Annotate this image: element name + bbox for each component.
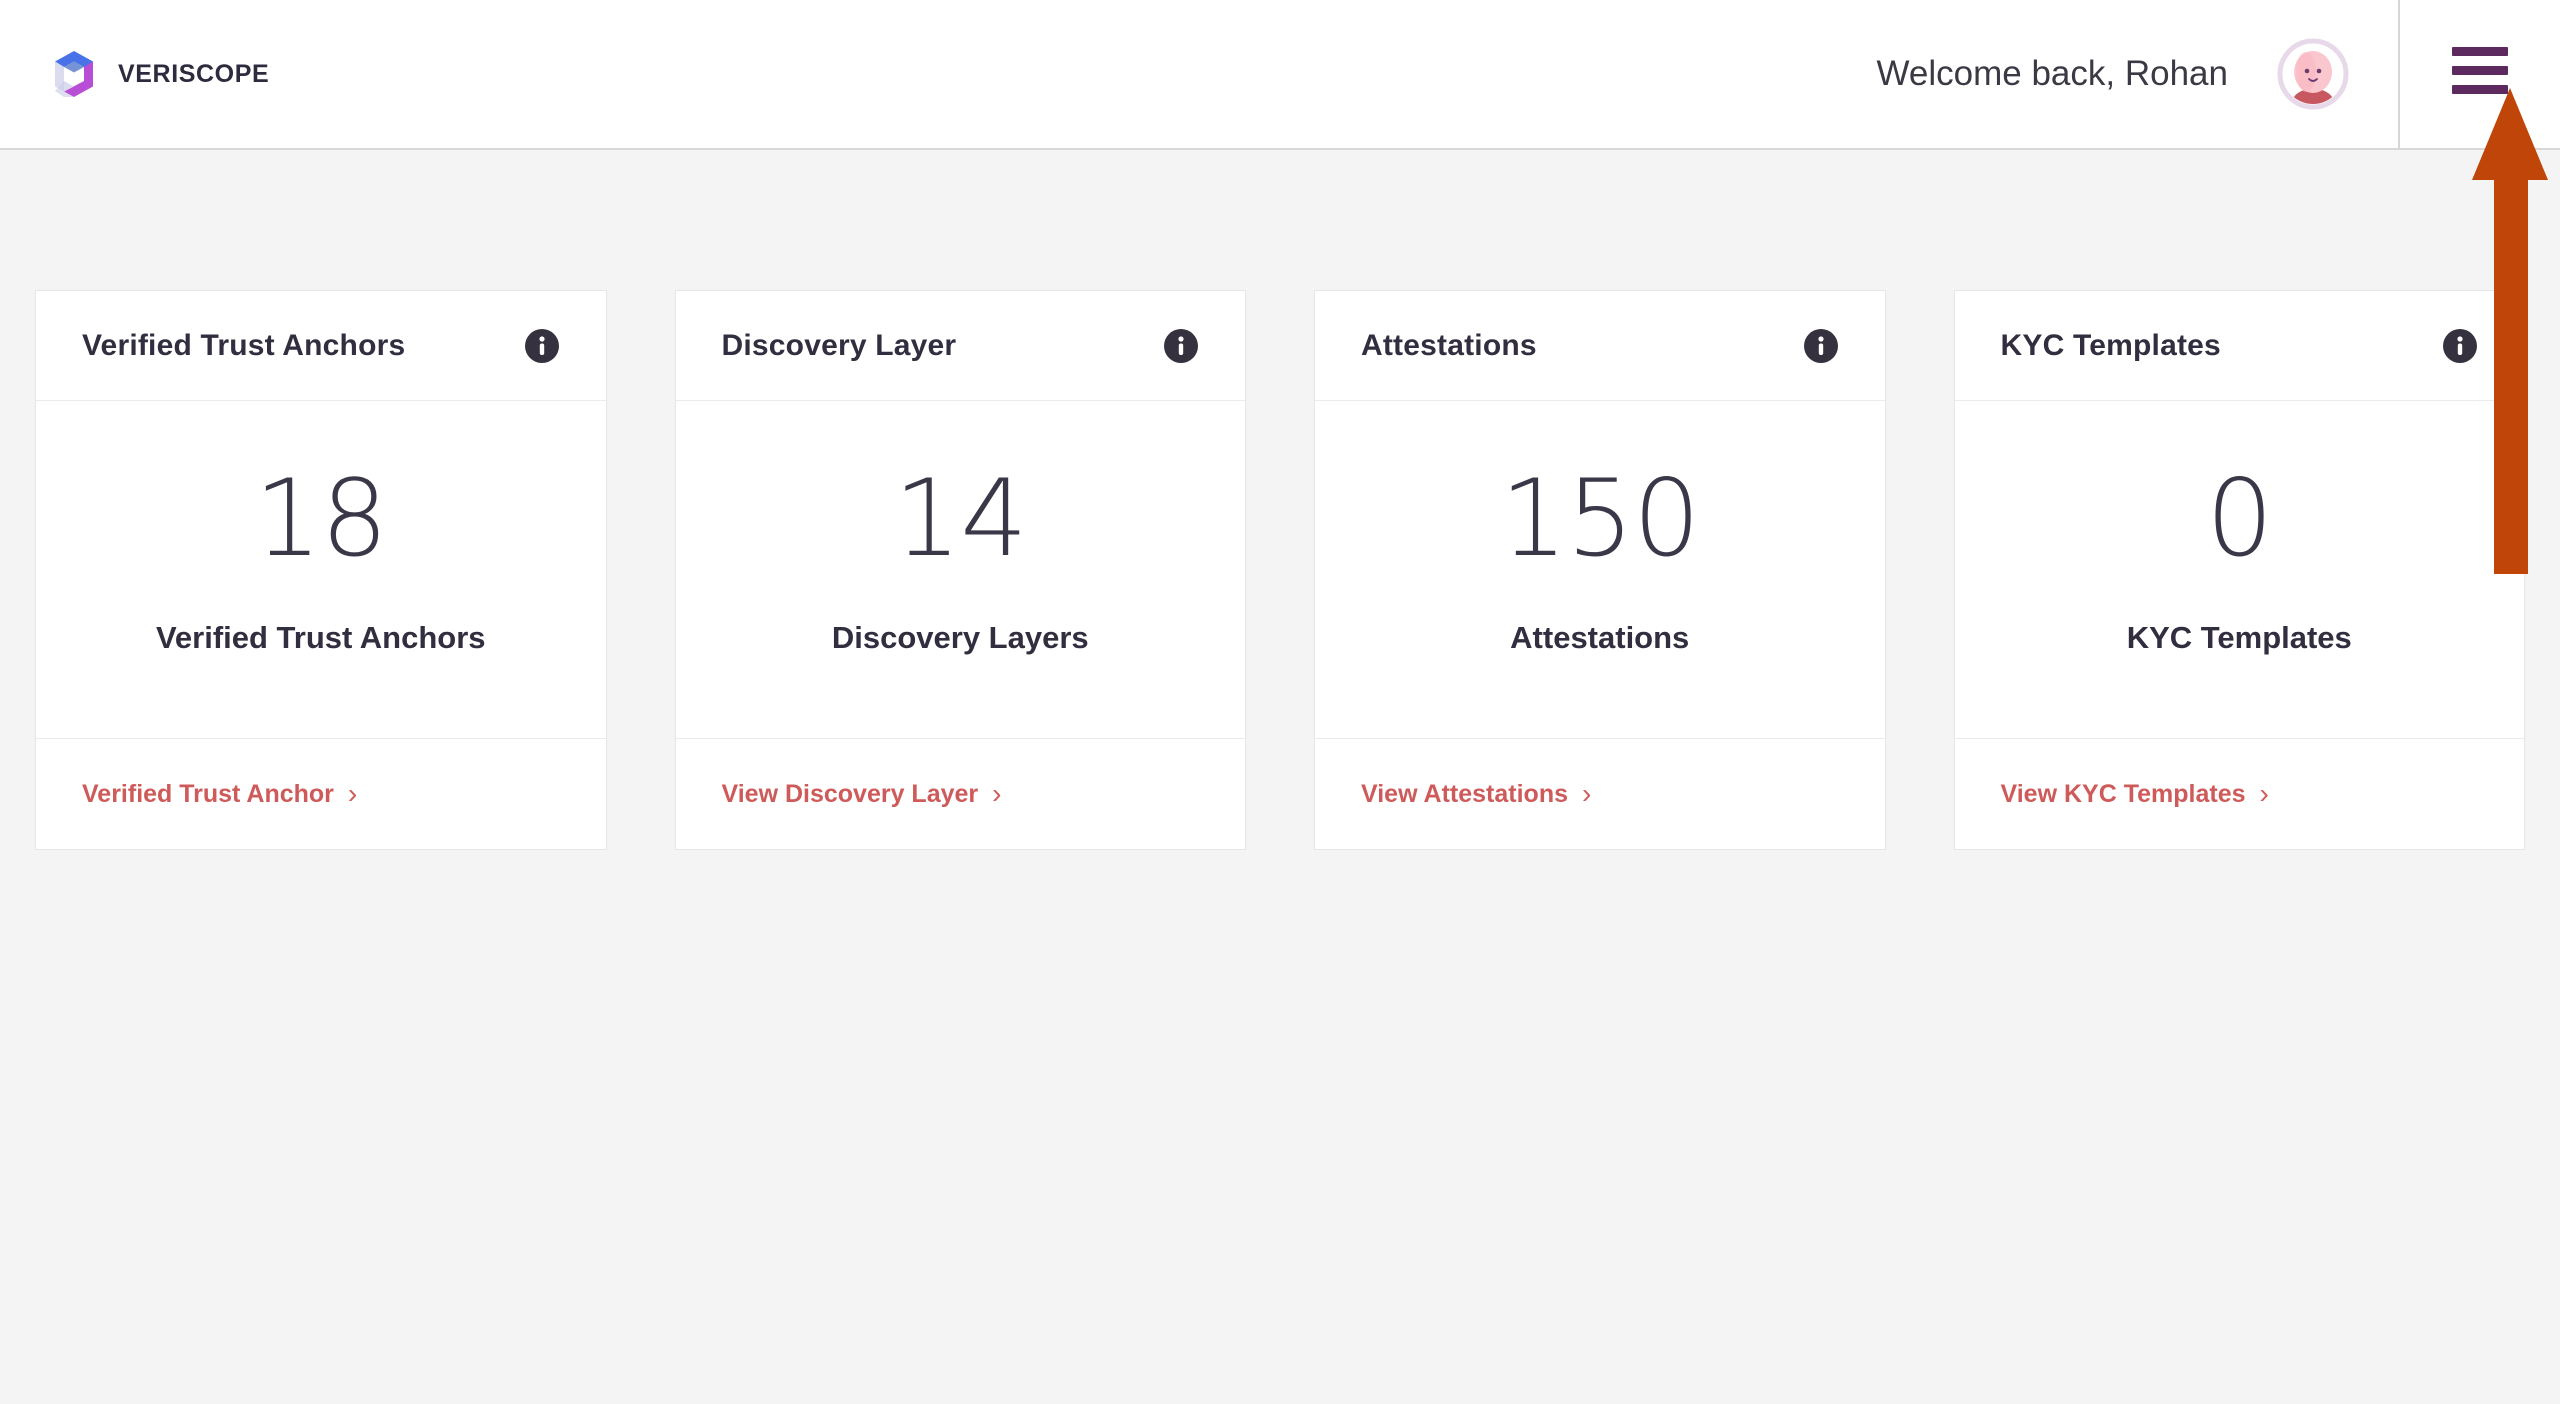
hamburger-menu-icon: [2452, 46, 2508, 94]
chevron-right-icon: ›: [1582, 778, 1592, 809]
card-header: Attestations: [1315, 291, 1885, 401]
main-content: Verified Trust Anchors 18 Verified Trust…: [0, 150, 2560, 1402]
info-icon[interactable]: [1163, 328, 1199, 364]
hamburger-line-1: [2452, 46, 2508, 56]
card-footer: View Discovery Layer ›: [676, 739, 1246, 849]
chevron-right-icon: ›: [347, 778, 358, 809]
info-icon[interactable]: [1803, 328, 1839, 364]
card-label: Verified Trust Anchors: [155, 619, 486, 655]
card-link-label: View Attestations: [1361, 779, 1568, 808]
hamburger-line-2: [2452, 65, 2508, 75]
card-title: Attestations: [1361, 328, 1537, 362]
card-footer: View Attestations ›: [1315, 739, 1885, 849]
info-icon[interactable]: [2442, 328, 2478, 364]
brand-logo[interactable]: VERISCOPE: [46, 46, 269, 102]
card-label: KYC Templates: [2126, 619, 2352, 655]
chevron-right-icon: ›: [992, 778, 1002, 809]
header-right-group: Welcome back, Rohan: [1877, 0, 2560, 148]
avatar[interactable]: [2276, 37, 2350, 111]
card-label: Attestations: [1510, 619, 1690, 655]
card-title: Verified Trust Anchors: [82, 328, 406, 362]
card-body: 0 KYC Templates: [1954, 401, 2524, 739]
stat-card-attestations: Attestations 150 Attestations View Attes…: [1314, 290, 1886, 850]
brand-name: VERISCOPE: [118, 59, 270, 88]
card-title: Discovery Layer: [721, 328, 957, 362]
card-body: 14 Discovery Layers: [675, 401, 1245, 739]
card-value: 150: [1500, 456, 1700, 580]
card-header: KYC Templates: [1954, 291, 2524, 401]
card-label: Discovery Layers: [831, 619, 1089, 655]
card-link-label: View Discovery Layer: [721, 779, 979, 808]
card-link-label: View KYC Templates: [2000, 779, 2246, 808]
card-header: Discovery Layer: [675, 291, 1245, 401]
card-link-view-kyc-templates[interactable]: View KYC Templates ›: [2001, 780, 2269, 809]
card-link-view-attestations[interactable]: View Attestations ›: [1361, 780, 1591, 809]
app-header: VERISCOPE Welcome back, Rohan: [0, 0, 2560, 150]
card-link-label: Verified Trust Anchor: [82, 779, 334, 808]
card-value: 0: [2206, 456, 2273, 580]
welcome-message: Welcome back, Rohan: [1876, 54, 2228, 93]
card-footer: View KYC Templates ›: [1955, 739, 2525, 849]
card-header: Verified Trust Anchors: [36, 291, 606, 401]
card-value: 14: [893, 456, 1028, 580]
hamburger-line-3: [2452, 84, 2508, 94]
card-link-view-discovery-layer[interactable]: View Discovery Layer ›: [722, 780, 1002, 809]
stat-card-verified-trust-anchors: Verified Trust Anchors 18 Verified Trust…: [35, 290, 607, 850]
card-value: 18: [254, 456, 388, 580]
veriscope-spiral-logo-icon: [46, 46, 102, 102]
card-body: 150 Attestations: [1315, 401, 1885, 739]
info-icon[interactable]: [524, 328, 560, 364]
card-footer: Verified Trust Anchor ›: [36, 739, 606, 849]
stat-card-grid: Verified Trust Anchors 18 Verified Trust…: [35, 290, 2525, 850]
card-link-verified-trust-anchor[interactable]: Verified Trust Anchor ›: [82, 780, 357, 809]
hamburger-menu-button[interactable]: [2400, 0, 2560, 148]
card-title: KYC Templates: [2000, 328, 2221, 362]
chevron-right-icon: ›: [2259, 778, 2269, 809]
stat-card-kyc-templates: KYC Templates 0 KYC Templates View KYC T…: [1953, 290, 2525, 850]
card-body: 18 Verified Trust Anchors: [36, 401, 606, 739]
stat-card-discovery-layer: Discovery Layer 14 Discovery Layers View…: [674, 290, 1246, 850]
